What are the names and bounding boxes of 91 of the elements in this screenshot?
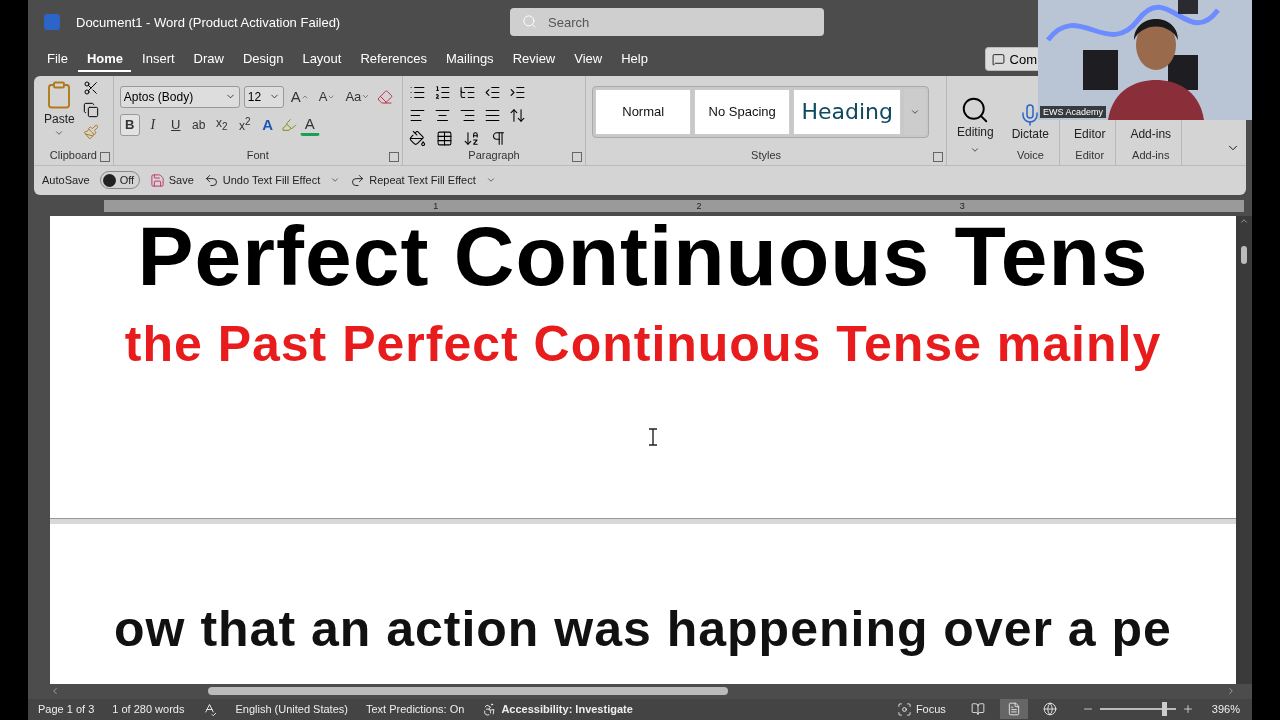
window-title: Document1 - Word (Product Activation Failed) xyxy=(76,14,342,30)
ribbon-tab[interactable]: Layout xyxy=(293,46,350,72)
language-status[interactable]: English (United States) xyxy=(235,703,348,716)
style-option[interactable]: Normal xyxy=(595,88,692,135)
scrollbar-thumb[interactable] xyxy=(1241,246,1247,265)
group-label: Add-ins xyxy=(1132,148,1170,163)
grow-font-button[interactable]: A xyxy=(287,85,312,108)
ribbon-tab[interactable]: Mailings xyxy=(436,46,502,72)
undo-button[interactable]: Undo Text Fill Effect xyxy=(203,172,321,188)
change-case-button[interactable]: Aa xyxy=(342,85,374,108)
format-button[interactable]: U xyxy=(165,113,186,136)
group-label: Clipboard xyxy=(49,148,97,163)
body-text: ow that an action was happening over a pe xyxy=(114,600,1172,659)
comments-button[interactable]: Com xyxy=(984,47,1038,72)
focus-button[interactable]: Focus xyxy=(915,703,946,716)
launcher-icon[interactable] xyxy=(572,151,583,162)
ribbon-tab[interactable]: Insert xyxy=(133,46,183,72)
style-option[interactable]: Heading xyxy=(793,88,902,135)
numbering-icon xyxy=(433,83,451,101)
slider-thumb[interactable] xyxy=(1161,702,1167,717)
group-label: Voice xyxy=(1016,148,1044,163)
accessibility-status[interactable]: Accessibility: Investigate xyxy=(501,703,633,716)
ribbon-tab[interactable]: References xyxy=(351,46,435,72)
format-button[interactable]: B xyxy=(119,113,140,136)
repeat-button[interactable]: Repeat Text Fill Effect xyxy=(350,172,476,188)
highlighter-icon xyxy=(280,116,297,133)
scroll-right-icon xyxy=(1226,686,1236,697)
ribbon-tab[interactable]: File xyxy=(38,46,76,72)
save-button[interactable]: Save xyxy=(149,172,194,188)
globe-icon xyxy=(1042,702,1057,717)
group-label: Paragraph xyxy=(468,148,520,163)
zoom-in-icon xyxy=(1181,703,1194,716)
autosave-label: AutoSave xyxy=(42,174,90,187)
search-icon xyxy=(522,14,537,30)
sort-icon xyxy=(462,129,480,147)
ribbon-tab[interactable]: Home xyxy=(77,46,132,72)
zoom-reading[interactable]: 396% xyxy=(1211,703,1240,716)
font-name-field[interactable]: Aptos (Body) xyxy=(119,85,240,108)
scrollbar-thumb[interactable] xyxy=(208,687,728,696)
font-size-field[interactable]: 12 xyxy=(243,85,284,108)
page-count[interactable]: Page 1 of 3 xyxy=(38,703,95,716)
ribbon-tab[interactable]: Draw xyxy=(184,46,232,72)
proofing-icon xyxy=(202,701,218,717)
format-button[interactable]: x$_{2}$ xyxy=(211,113,232,136)
ribbon-button[interactable]: Editing xyxy=(953,124,998,139)
paste-button[interactable]: Paste xyxy=(40,79,79,149)
scroll-left-icon xyxy=(50,686,60,697)
format-button[interactable]: I xyxy=(142,113,163,136)
brush-icon xyxy=(82,123,99,140)
launcher-icon[interactable] xyxy=(933,151,943,162)
word-count[interactable]: 1 of 280 words xyxy=(112,703,185,716)
ribbon-button[interactable]: Editor xyxy=(1070,126,1110,141)
ruler: 1 2 3 xyxy=(104,200,1244,213)
save-icon xyxy=(149,172,165,188)
ribbon-tab[interactable]: Design xyxy=(233,46,292,72)
accessibility-icon xyxy=(482,701,498,717)
ribbon-button[interactable]: Add-ins xyxy=(1126,126,1176,141)
scissors-icon xyxy=(82,79,99,96)
shrink-font-button[interactable]: A xyxy=(315,85,339,108)
book-icon xyxy=(970,702,985,717)
text-effect-button[interactable]: A xyxy=(257,113,278,136)
name-tag: EWS Academy xyxy=(1040,106,1107,118)
undo-icon xyxy=(203,172,219,188)
body-text: the Past Perfect Continuous Tense mainly xyxy=(124,315,1162,374)
ribbon-tab[interactable]: View xyxy=(565,46,611,72)
group-label: Font xyxy=(246,148,269,163)
ribbon-tab[interactable]: Help xyxy=(612,46,656,72)
ribbon-button[interactable]: Dictate xyxy=(1007,126,1054,141)
borders-icon xyxy=(435,129,453,147)
line-spacing-icon xyxy=(508,106,526,124)
search-field[interactable]: Search xyxy=(510,8,824,37)
focus-icon xyxy=(896,701,912,717)
ribbon-tab[interactable]: Review xyxy=(503,46,564,72)
app-logo-icon xyxy=(44,14,60,31)
redo-icon xyxy=(350,172,366,188)
shading-icon xyxy=(408,129,426,147)
predictions-status[interactable]: Text Predictions: On xyxy=(365,703,465,716)
launcher-icon[interactable] xyxy=(388,151,399,162)
view-button[interactable] xyxy=(999,699,1028,720)
format-button[interactable]: ab xyxy=(188,113,209,136)
group-label: Styles xyxy=(751,148,782,163)
eraser-icon xyxy=(377,88,394,105)
style-option[interactable]: No Spacing xyxy=(694,88,791,135)
launcher-icon[interactable] xyxy=(99,151,110,162)
format-button[interactable]: x$^{2}$ xyxy=(234,113,255,136)
page-icon xyxy=(1006,702,1021,717)
font-color-button[interactable]: A xyxy=(299,113,320,136)
copy-icon xyxy=(82,101,99,118)
heading-text: Perfect Continuous Tens xyxy=(137,216,1149,306)
comment-icon xyxy=(991,52,1005,66)
group-label: Editor xyxy=(1075,148,1105,163)
